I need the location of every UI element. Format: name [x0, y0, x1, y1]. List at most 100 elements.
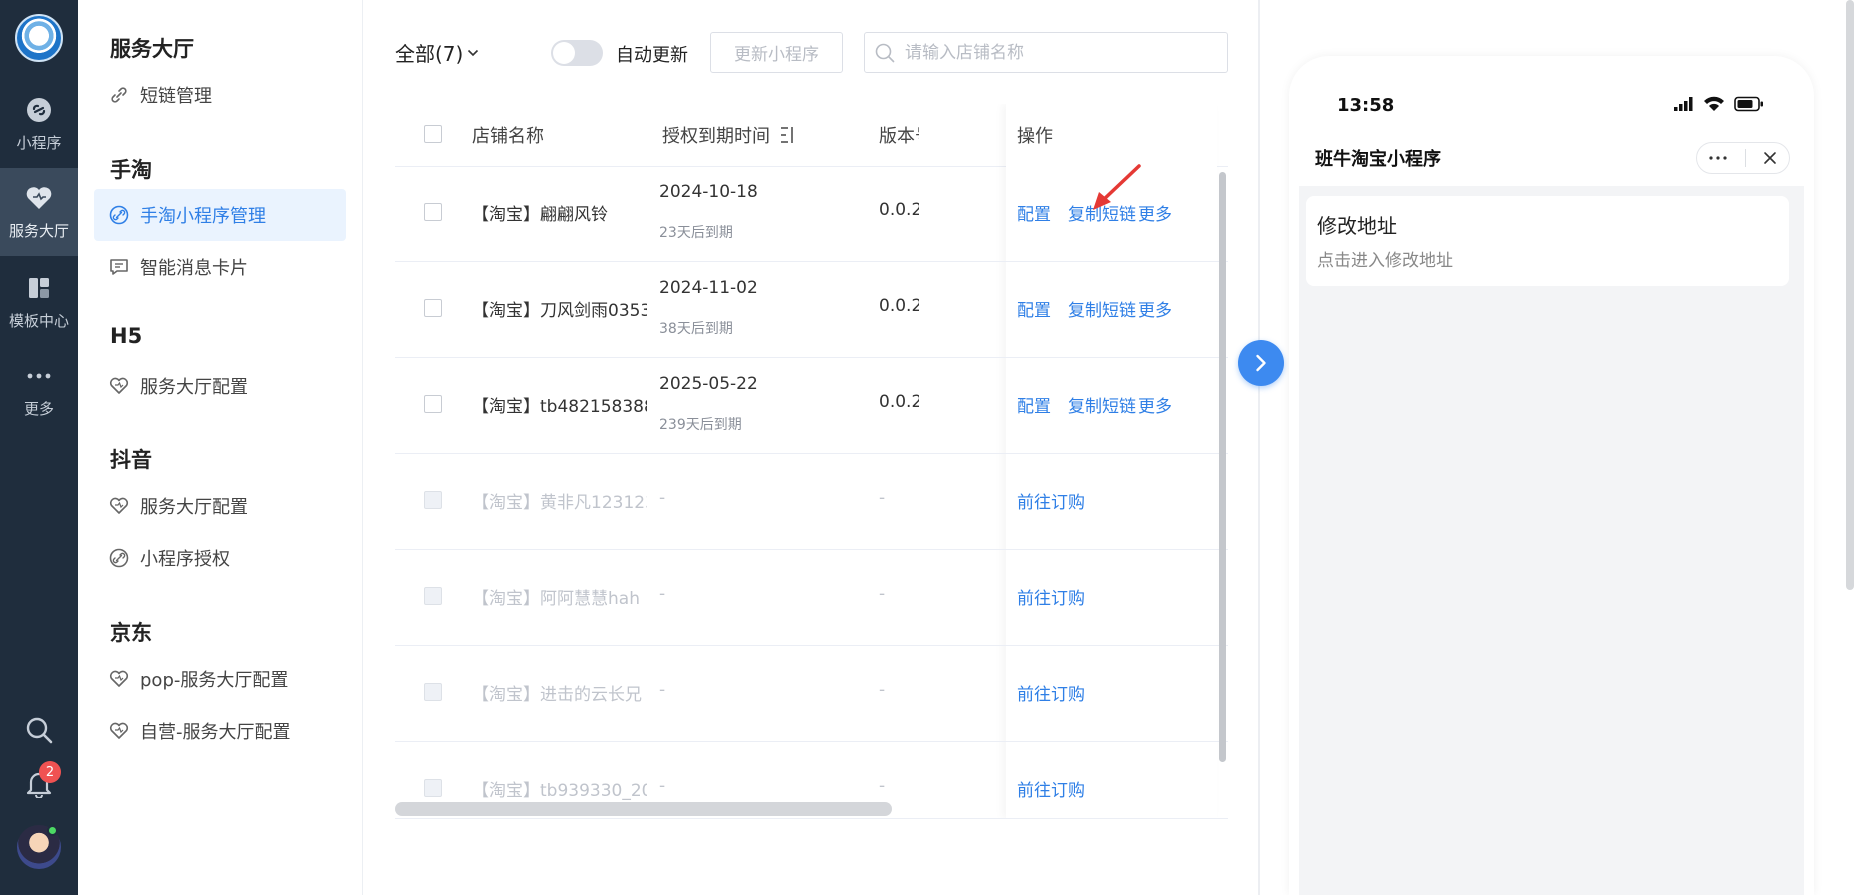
menu-item-jd-self-service-hall[interactable]: 自营-服务大厅配置 — [94, 705, 346, 757]
menu-item-h5-service-hall[interactable]: 服务大厅配置 — [94, 360, 346, 412]
go-subscribe-link[interactable]: 前往订购 — [1017, 584, 1085, 609]
menu-item-label: 自营-服务大厅配置 — [140, 722, 291, 743]
notification-badge: 2 — [39, 761, 61, 783]
heart-icon — [25, 184, 53, 212]
row-checkbox — [424, 779, 442, 797]
menu-item-mini-program-auth[interactable]: 小程序授权 — [94, 532, 346, 584]
app-logo[interactable] — [15, 14, 63, 62]
more-link[interactable]: 更多 — [1138, 392, 1172, 417]
shop-name: 【淘宝】刀风剑雨03531 — [472, 301, 647, 321]
mini-program-title: 班牛淘宝小程序 — [1315, 149, 1441, 170]
scrollbar-thumb[interactable] — [395, 802, 892, 816]
filter-label: 全部(7) — [395, 42, 464, 66]
table-bottom-border — [395, 818, 1228, 819]
expire-remaining: 239天后到期 — [659, 417, 742, 433]
rail-item-template-center[interactable]: 模板中心 — [0, 258, 78, 346]
go-subscribe-link[interactable]: 前往订购 — [1017, 680, 1085, 705]
chevron-right-icon — [1255, 354, 1267, 372]
page-vertical-scrollbar[interactable] — [1846, 0, 1854, 590]
shop-name: 【淘宝】tb482158388801 — [472, 397, 647, 417]
version-number: 0.0.2 — [879, 200, 919, 220]
menu-item-short-link[interactable]: 短链管理 — [94, 69, 346, 121]
shop-search-box[interactable] — [864, 32, 1228, 73]
scrollbar-thumb[interactable] — [1219, 172, 1226, 762]
column-header-expire-time[interactable]: 授权到期时间 — [662, 104, 796, 166]
config-link[interactable]: 配置 — [1017, 296, 1051, 321]
go-subscribe-link[interactable]: 前往订购 — [1017, 488, 1085, 513]
column-header-version: 版本号 — [879, 126, 919, 147]
wifi-icon — [1703, 96, 1725, 112]
copy-short-link[interactable]: 复制短链 — [1068, 296, 1136, 321]
shop-search-input[interactable] — [905, 42, 1205, 63]
expire-remaining: 23天后到期 — [659, 225, 733, 241]
sort-icon[interactable] — [780, 126, 796, 144]
menu-item-smart-message-card[interactable]: 智能消息卡片 — [94, 241, 346, 293]
select-all-checkbox[interactable] — [424, 125, 442, 143]
version-number: - — [879, 584, 886, 604]
more-link[interactable]: 更多 — [1138, 296, 1172, 321]
row-checkbox[interactable] — [424, 395, 442, 413]
card-subtitle: 点击进入修改地址 — [1317, 251, 1453, 271]
expire-date: 2025-05-22 — [659, 374, 758, 394]
table-row: 【淘宝】tb482158388801 2025-05-22 239天后到期 0.… — [395, 358, 1228, 454]
version-number: 0.0.2 — [879, 296, 919, 316]
battery-icon — [1734, 96, 1764, 112]
rail-item-more[interactable]: 更多 — [0, 346, 78, 434]
expire-date: 2024-10-18 — [659, 182, 758, 202]
online-status-dot — [47, 825, 58, 836]
row-checkbox[interactable] — [424, 203, 442, 221]
table-vertical-scrollbar[interactable] — [1217, 166, 1228, 766]
search-icon[interactable] — [23, 714, 55, 746]
column-header-operations: 操作 — [1017, 126, 1053, 147]
mini-program-capsule — [1696, 142, 1790, 174]
menu-item-label: 手淘小程序管理 — [140, 206, 266, 227]
version-number: - — [879, 488, 886, 508]
config-link[interactable]: 配置 — [1017, 200, 1051, 225]
phone-status-icons — [1674, 96, 1764, 112]
menu-item-label: 小程序授权 — [140, 549, 230, 570]
main-content: 全部(7) 自动更新 更新小程序 店铺名称 授权到期时间 版本号 操作 【淘宝】… — [363, 0, 1258, 895]
menu-item-jd-pop-service-hall[interactable]: pop-服务大厅配置 — [94, 653, 346, 705]
expire-date: - — [659, 776, 666, 796]
update-mini-program-button[interactable]: 更新小程序 — [710, 32, 843, 73]
config-link[interactable]: 配置 — [1017, 392, 1051, 417]
expire-remaining: 38天后到期 — [659, 321, 733, 337]
auto-update-label: 自动更新 — [616, 45, 688, 66]
menu-item-taobao-mini-program[interactable]: 手淘小程序管理 — [94, 189, 346, 241]
menu-item-label: 服务大厅配置 — [140, 497, 248, 518]
signal-icon — [1674, 97, 1694, 111]
table-row: 【淘宝】进击的云长兄 - - 前往订购 — [395, 646, 1228, 742]
status-filter-dropdown[interactable]: 全部(7) — [395, 38, 479, 67]
table-row: 【淘宝】黄非凡123123 - - 前往订购 — [395, 454, 1228, 550]
copy-short-link[interactable]: 复制短链 — [1068, 392, 1136, 417]
message-card-icon — [108, 256, 130, 278]
expire-date: - — [659, 488, 666, 508]
heart-outline-icon — [108, 375, 130, 397]
expand-preview-button[interactable] — [1238, 340, 1284, 386]
version-number: - — [879, 680, 886, 700]
menu-group-title: 京东 — [110, 621, 152, 645]
secondary-menu: 服务大厅 短链管理 手淘 手淘小程序管理 智能消息卡片 H5 服务大厅配置 抖音… — [78, 0, 363, 895]
phone-status-time: 13:58 — [1337, 95, 1395, 116]
rail-item-mini-program[interactable]: 小程序 — [0, 80, 78, 168]
column-header-label: 授权到期时间 — [662, 126, 770, 147]
template-icon — [25, 274, 53, 302]
annotation-arrow — [1093, 164, 1141, 210]
go-subscribe-link[interactable]: 前往订购 — [1017, 776, 1085, 801]
rail-item-service-hall[interactable]: 服务大厅 — [0, 168, 78, 256]
shop-name: 【淘宝】进击的云长兄 — [472, 685, 642, 705]
row-checkbox[interactable] — [424, 299, 442, 317]
auto-update-toggle[interactable] — [551, 40, 603, 66]
heart-outline-icon — [108, 720, 130, 742]
close-icon[interactable] — [1763, 151, 1777, 165]
rail-label: 小程序 — [16, 134, 62, 152]
version-number: - — [879, 776, 886, 796]
table-horizontal-scrollbar[interactable] — [395, 800, 1228, 818]
modify-address-card[interactable]: 修改地址 点击进入修改地址 — [1306, 196, 1789, 286]
row-checkbox — [424, 491, 442, 509]
expire-date: - — [659, 584, 666, 604]
expire-date: - — [659, 680, 666, 700]
menu-item-douyin-service-hall[interactable]: 服务大厅配置 — [94, 480, 346, 532]
shop-name: 【淘宝】翩翩风铃 — [472, 205, 608, 225]
more-dots-icon[interactable] — [1709, 156, 1727, 160]
